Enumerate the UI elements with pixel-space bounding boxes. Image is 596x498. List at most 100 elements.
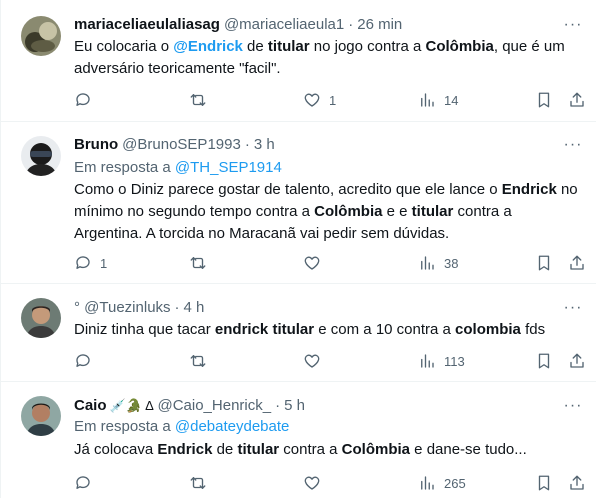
like-button[interactable]: 1 bbox=[303, 90, 336, 110]
like-button[interactable] bbox=[303, 253, 329, 273]
replying-to-label: Em resposta a bbox=[74, 418, 175, 435]
replying-to: Em resposta a @debateydebate bbox=[74, 417, 289, 437]
tweet[interactable]: ° @Tuezinluks · 4 h ··· Diniz tinha que … bbox=[1, 284, 596, 382]
body-text: contra a bbox=[279, 441, 342, 458]
tweet-actions: 113 bbox=[1, 351, 596, 371]
views-bars-icon bbox=[421, 354, 434, 368]
reply-button[interactable] bbox=[74, 473, 100, 493]
display-name[interactable]: mariaceliaeulaliasag bbox=[74, 15, 220, 35]
retweet-button[interactable] bbox=[189, 90, 215, 110]
highlighted-term: Endrick bbox=[501, 181, 557, 198]
like-button[interactable] bbox=[303, 351, 329, 371]
tweet-header: mariaceliaeulaliasag @mariaceliaeula1 · … bbox=[74, 15, 557, 35]
body-text: de bbox=[242, 38, 268, 55]
views-bars-icon bbox=[421, 256, 434, 270]
user-handle[interactable]: @mariaceliaeula1 bbox=[224, 15, 344, 35]
timestamp[interactable]: 26 min bbox=[357, 15, 402, 35]
user-handle[interactable]: ° @Tuezinluks bbox=[74, 298, 171, 318]
tweet-actions: 265 bbox=[1, 473, 596, 493]
replying-to-label: Em resposta a bbox=[74, 159, 175, 176]
avatar[interactable] bbox=[21, 298, 61, 338]
timestamp[interactable]: 3 h bbox=[254, 135, 275, 155]
heart-icon bbox=[304, 476, 320, 490]
reply-feed: mariaceliaeulaliasag @mariaceliaeula1 · … bbox=[0, 0, 596, 498]
user-handle[interactable]: @BrunoSEP1993 bbox=[122, 135, 241, 155]
display-name[interactable]: Bruno bbox=[74, 135, 118, 155]
highlighted-term: titular bbox=[237, 441, 280, 458]
bookmark-button[interactable] bbox=[535, 351, 553, 371]
replying-to: Em resposta a @TH_SEP1914 bbox=[74, 158, 282, 178]
reply-button[interactable] bbox=[74, 351, 100, 371]
tweet-header: ° @Tuezinluks · 4 h bbox=[74, 298, 557, 318]
tweet-header: Bruno @BrunoSEP1993 · 3 h bbox=[74, 135, 557, 155]
display-name[interactable]: Caio bbox=[74, 396, 107, 416]
like-button[interactable] bbox=[303, 473, 329, 493]
heart-icon bbox=[304, 354, 320, 368]
body-text: e dane-se tudo... bbox=[410, 441, 527, 458]
replying-to-handle[interactable]: @TH_SEP1914 bbox=[175, 159, 282, 176]
avatar[interactable] bbox=[21, 396, 61, 436]
share-upload-icon bbox=[570, 255, 584, 270]
bookmark-icon bbox=[538, 255, 550, 271]
retweet-button[interactable] bbox=[189, 253, 215, 273]
share-upload-icon bbox=[570, 475, 584, 490]
highlighted-term: titular bbox=[411, 203, 454, 220]
share-upload-icon bbox=[570, 92, 584, 107]
share-button[interactable] bbox=[568, 253, 586, 273]
more-dots-icon[interactable]: ··· bbox=[563, 15, 583, 35]
mention-link[interactable]: @Endrick bbox=[173, 38, 243, 55]
replying-to-handle[interactable]: @debateydebate bbox=[175, 418, 290, 435]
tweet-body: Diniz tinha que tacar endrick titular e … bbox=[74, 319, 579, 341]
retweet-button[interactable] bbox=[189, 351, 215, 371]
tweet-header: Caio 💉🐊 ∆ @Caio_Henrick_ · 5 h bbox=[74, 396, 557, 416]
reply-button[interactable] bbox=[74, 90, 100, 110]
body-text: Já colocava bbox=[74, 441, 158, 458]
more-dots-icon[interactable]: ··· bbox=[563, 298, 583, 318]
highlighted-term: Colômbia bbox=[425, 38, 494, 55]
timestamp[interactable]: 5 h bbox=[284, 396, 305, 416]
retweet-arrows-icon bbox=[190, 477, 206, 489]
body-text: e com a 10 contra a bbox=[314, 321, 456, 338]
more-dots-icon[interactable]: ··· bbox=[563, 135, 583, 155]
views-button[interactable]: 38 bbox=[418, 253, 458, 273]
views-button[interactable]: 113 bbox=[418, 351, 465, 371]
highlighted-term: Colômbia bbox=[341, 441, 411, 458]
tweet-actions: 1 14 bbox=[1, 90, 596, 110]
timestamp[interactable]: 4 h bbox=[184, 298, 205, 318]
more-dots-icon[interactable]: ··· bbox=[563, 396, 583, 416]
avatar[interactable] bbox=[21, 16, 61, 56]
tweet-body: Como o Diniz parece gostar de talento, a… bbox=[74, 179, 579, 245]
tweet[interactable]: Bruno @BrunoSEP1993 · 3 h ··· Em respost… bbox=[1, 122, 596, 284]
heart-icon bbox=[304, 93, 320, 107]
share-button[interactable] bbox=[568, 351, 586, 371]
reply-button[interactable]: 1 bbox=[74, 253, 107, 273]
tweet[interactable]: Caio 💉🐊 ∆ @Caio_Henrick_ · 5 h ··· Em re… bbox=[1, 382, 596, 498]
bookmark-icon bbox=[538, 353, 550, 369]
highlighted-term: Endrick bbox=[157, 441, 213, 458]
body-text: Diniz tinha que tacar bbox=[74, 321, 215, 338]
user-handle[interactable]: @Caio_Henrick_ bbox=[157, 396, 271, 416]
share-button[interactable] bbox=[568, 90, 586, 110]
bookmark-button[interactable] bbox=[535, 253, 553, 273]
reply-bubble-icon bbox=[76, 354, 90, 367]
avatar[interactable] bbox=[21, 136, 61, 176]
body-text: Como o Diniz parece gostar de talento, a… bbox=[74, 181, 502, 198]
separator-dot: · bbox=[348, 16, 354, 33]
body-text: de bbox=[212, 441, 238, 458]
heart-icon bbox=[304, 256, 320, 270]
views-bars-icon bbox=[421, 476, 434, 490]
retweet-arrows-icon bbox=[190, 257, 206, 269]
body-text: e e bbox=[382, 203, 412, 220]
separator-dot: · bbox=[244, 136, 250, 153]
views-button[interactable]: 14 bbox=[418, 90, 458, 110]
tweet[interactable]: mariaceliaeulaliasag @mariaceliaeula1 · … bbox=[1, 0, 596, 122]
bookmark-button[interactable] bbox=[535, 90, 553, 110]
views-button[interactable]: 265 bbox=[418, 473, 466, 493]
bookmark-icon bbox=[538, 92, 550, 108]
reply-bubble-icon bbox=[76, 256, 90, 269]
retweet-button[interactable] bbox=[189, 473, 215, 493]
share-upload-icon bbox=[570, 353, 584, 368]
bookmark-button[interactable] bbox=[535, 473, 553, 493]
name-emoji: 💉🐊 ∆ bbox=[109, 398, 154, 413]
share-button[interactable] bbox=[568, 473, 586, 493]
